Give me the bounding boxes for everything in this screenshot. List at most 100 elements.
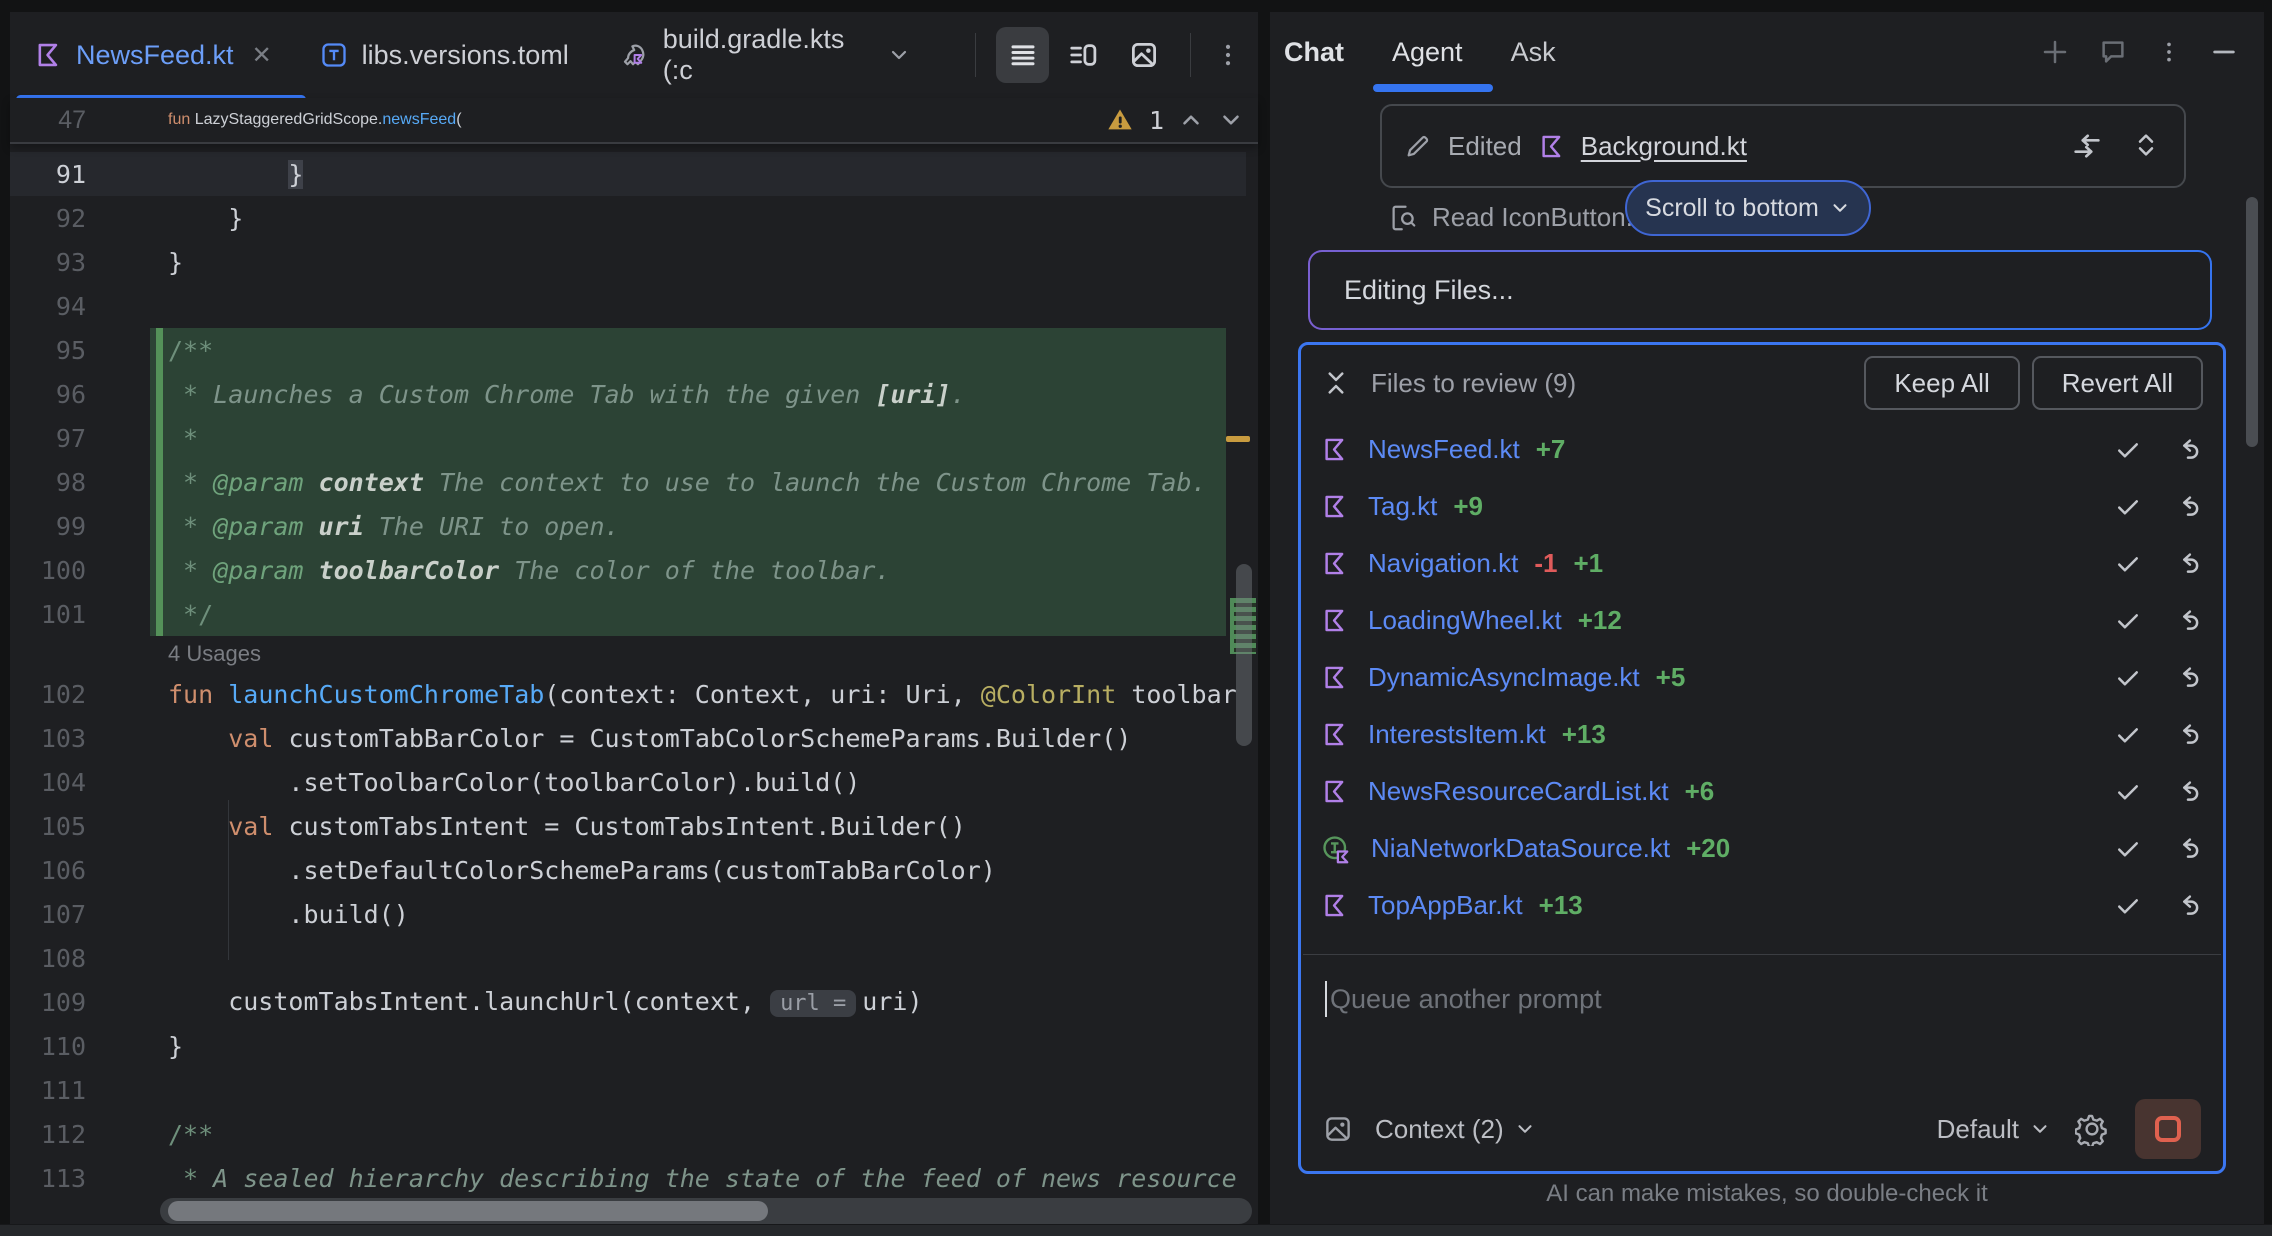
next-warning-icon[interactable] [1218, 107, 1244, 133]
revert-file-button[interactable] [2173, 549, 2203, 579]
code-line-95: 95/** [10, 328, 1246, 372]
text-caret [1325, 981, 1327, 1017]
file-link[interactable]: InterestsItem.kt [1368, 719, 1546, 750]
editor-tab-bar: NewsFeed.kt ✕ libs.versions.toml build.g [10, 12, 1258, 98]
more-options-icon[interactable] [1201, 27, 1254, 83]
chat-history-icon[interactable] [2098, 37, 2128, 67]
line-number: 109 [10, 988, 86, 1017]
file-review-row[interactable]: NewsFeed.kt+7 [1301, 421, 2223, 478]
file-link[interactable]: NewsFeed.kt [1368, 434, 1520, 465]
usages-count[interactable]: 4 Usages [86, 641, 261, 667]
line-number: 91 [10, 160, 86, 189]
expand-icon[interactable] [2130, 129, 2162, 163]
tab-libs-versions-toml[interactable]: libs.versions.toml [296, 12, 593, 98]
revert-file-button[interactable] [2173, 891, 2203, 921]
code-view-icon[interactable] [996, 27, 1049, 83]
chat-vertical-scrollbar[interactable] [2246, 197, 2258, 447]
revert-file-button[interactable] [2173, 834, 2203, 864]
context-dropdown[interactable]: Context (2) [1375, 1114, 1504, 1145]
code-line-106: 106 .setDefaultColorSchemeParams(customT… [10, 848, 1246, 892]
added-lines-count: +12 [1578, 605, 1622, 636]
scroll-to-bottom-button[interactable]: Scroll to bottom [1625, 180, 1871, 236]
keep-file-button[interactable] [2113, 435, 2143, 465]
added-lines-count: +1 [1573, 548, 1603, 579]
revert-file-button[interactable] [2173, 435, 2203, 465]
keep-file-button[interactable] [2113, 663, 2143, 693]
code-line-107: 107 .build() [10, 892, 1246, 936]
minimize-icon[interactable] [2210, 38, 2238, 66]
keep-file-button[interactable] [2113, 834, 2143, 864]
line-number: 103 [10, 724, 86, 753]
divider [1303, 954, 2221, 955]
file-link[interactable]: NewsResourceCardList.kt [1368, 776, 1669, 807]
chevron-down-icon [1514, 1118, 1536, 1140]
file-review-row[interactable]: Tag.kt+9 [1301, 478, 2223, 535]
file-review-row[interactable]: NiaNetworkDataSource.kt+20 [1301, 820, 2223, 877]
keep-file-button[interactable] [2113, 492, 2143, 522]
keep-file-button[interactable] [2113, 549, 2143, 579]
line-number: 102 [10, 680, 86, 709]
file-link[interactable]: LoadingWheel.kt [1368, 605, 1562, 636]
line-number: 47 [10, 106, 86, 135]
file-link[interactable]: Tag.kt [1368, 491, 1437, 522]
design-view-icon[interactable] [1118, 27, 1171, 83]
keep-file-button[interactable] [2113, 720, 2143, 750]
code-editor[interactable]: 91 }92 }93}9495/**96 * Launches a Custom… [10, 144, 1258, 1224]
prev-warning-icon[interactable] [1178, 107, 1204, 133]
editing-files-label: Editing Files... [1344, 275, 1514, 306]
tab-newsfeed-kt[interactable]: NewsFeed.kt ✕ [10, 12, 296, 98]
file-review-row[interactable]: InterestsItem.kt+13 [1301, 706, 2223, 763]
collapse-icon[interactable] [1321, 368, 1351, 398]
file-review-row[interactable]: LoadingWheel.kt +12 [1301, 592, 2223, 649]
kotlin-file-icon [1538, 133, 1565, 160]
revert-file-button[interactable] [2173, 492, 2203, 522]
analysis-strip [1224, 144, 1258, 1224]
keep-file-button[interactable] [2113, 606, 2143, 636]
show-diff-icon[interactable] [2070, 129, 2104, 163]
warning-icon[interactable] [1105, 106, 1135, 134]
stop-button[interactable] [2135, 1099, 2201, 1159]
new-chat-icon[interactable] [2040, 37, 2070, 67]
code-line-108: 108 [10, 936, 1246, 980]
file-link[interactable]: Navigation.kt [1368, 548, 1518, 579]
editor-vertical-scrollbar[interactable] [1236, 564, 1252, 746]
edited-file-link[interactable]: Background.kt [1581, 131, 1747, 162]
ide-window: NewsFeed.kt ✕ libs.versions.toml build.g [0, 0, 2272, 1236]
tab-agent[interactable]: Agent [1392, 37, 1463, 68]
tab-build-gradle-kts[interactable]: build.gradle.kts (:c [593, 12, 936, 98]
sticky-code-line[interactable]: 47 fun LazyStaggeredGridScope.newsFeed( … [10, 98, 1258, 144]
scrollbar-thumb[interactable] [168, 1201, 768, 1221]
prompt-input[interactable]: Queue another prompt [1325, 981, 1602, 1017]
kotlin-file-icon [1321, 550, 1348, 577]
revert-all-button[interactable]: Revert All [2032, 356, 2203, 410]
attach-image-icon[interactable] [1323, 1114, 1353, 1144]
split-view-icon[interactable] [1057, 27, 1110, 83]
tab-ask[interactable]: Ask [1511, 37, 1556, 68]
file-review-row[interactable]: Navigation.kt-1+1 [1301, 535, 2223, 592]
model-dropdown[interactable]: Default [1937, 1114, 2019, 1145]
file-link[interactable]: DynamicAsyncImage.kt [1368, 662, 1640, 693]
more-options-icon[interactable] [2156, 39, 2182, 65]
revert-file-button[interactable] [2173, 606, 2203, 636]
chevron-down-icon[interactable] [887, 43, 911, 67]
edited-file-card: Edited Background.kt [1380, 104, 2186, 188]
file-link[interactable]: TopAppBar.kt [1368, 890, 1523, 921]
revert-file-button[interactable] [2173, 720, 2203, 750]
file-review-row[interactable]: DynamicAsyncImage.kt+5 [1301, 649, 2223, 706]
file-review-row[interactable]: TopAppBar.kt+13 [1301, 877, 2223, 934]
settings-gear-icon[interactable] [2075, 1112, 2109, 1146]
editor-horizontal-scrollbar[interactable] [160, 1198, 1252, 1224]
keep-file-button[interactable] [2113, 891, 2143, 921]
file-review-row[interactable]: NewsResourceCardList.kt+6 [1301, 763, 2223, 820]
revert-file-button[interactable] [2173, 663, 2203, 693]
line-number: 112 [10, 1120, 86, 1149]
revert-file-button[interactable] [2173, 777, 2203, 807]
line-number: 106 [10, 856, 86, 885]
code-line-99: 99 * @param uri The URI to open. [10, 504, 1246, 548]
inlay-hint: url = [770, 990, 856, 1017]
warning-stripe-mark[interactable] [1226, 436, 1250, 442]
keep-all-button[interactable]: Keep All [1864, 356, 2019, 410]
close-icon[interactable]: ✕ [252, 41, 272, 70]
keep-file-button[interactable] [2113, 777, 2143, 807]
file-link[interactable]: NiaNetworkDataSource.kt [1371, 833, 1670, 864]
